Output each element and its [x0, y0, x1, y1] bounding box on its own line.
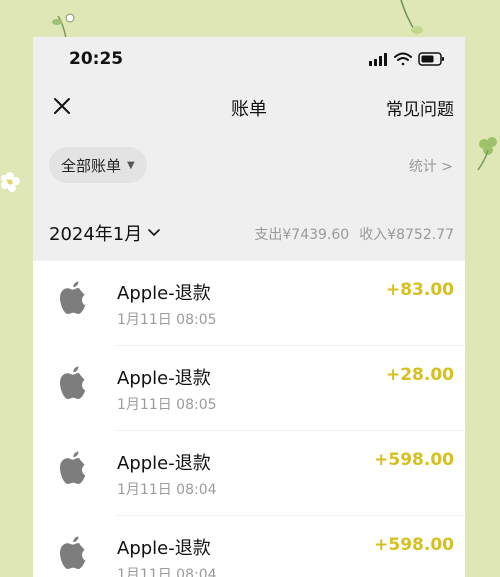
expense-total: 支出¥7439.60 — [254, 227, 350, 243]
transaction-row[interactable]: Apple-退款 1月11日 08:05 +83.00 — [33, 261, 465, 346]
transaction-row[interactable]: Apple-退款 1月11日 08:04 +598.00 — [33, 431, 465, 516]
clover-decoration-icon — [477, 137, 497, 171]
apple-icon — [60, 281, 86, 314]
transaction-amount: +598.00 — [374, 535, 454, 555]
status-bar: 20:25 — [33, 37, 465, 81]
transaction-name: Apple-退款 — [117, 368, 211, 389]
month-summary-row: 2024年1月 支出¥7439.60 收入¥8752.77 — [33, 212, 465, 252]
transaction-time: 1月11日 08:05 — [117, 397, 217, 413]
transaction-time: 1月11日 08:04 — [117, 482, 217, 498]
apple-icon — [60, 536, 86, 569]
transaction-name: Apple-退款 — [117, 453, 211, 474]
transaction-time: 1月11日 08:05 — [117, 312, 217, 328]
leaf-decoration-icon — [52, 13, 75, 39]
flower-decoration-icon — [1, 172, 20, 192]
nav-header: 账单 常见问题 — [33, 81, 465, 131]
month-label: 2024年1月 — [49, 224, 143, 245]
transaction-amount: +28.00 — [385, 365, 454, 385]
transaction-row[interactable]: Apple-退款 1月11日 08:04 +598.00 — [33, 516, 465, 577]
wifi-icon — [394, 52, 412, 66]
status-icons — [369, 52, 444, 66]
status-time: 20:25 — [69, 49, 124, 69]
apple-icon — [60, 451, 86, 484]
faq-link[interactable]: 常见问题 — [386, 95, 454, 120]
app-screen: 20:25 账单 常见问题 全部账单 ▼ 统计 > 2024年1月 支出¥743… — [33, 37, 465, 577]
vine-decoration-icon — [400, 0, 423, 35]
caret-down-icon: ▼ — [127, 159, 135, 171]
transaction-row[interactable]: Apple-退款 1月11日 08:05 +28.00 — [33, 346, 465, 431]
transaction-time: 1月11日 08:04 — [117, 567, 217, 577]
bill-filter-label: 全部账单 — [61, 156, 122, 175]
bill-filter-dropdown[interactable]: 全部账单 ▼ — [49, 147, 147, 183]
month-picker[interactable]: 2024年1月 — [49, 220, 161, 246]
transaction-list: Apple-退款 1月11日 08:05 +83.00 Apple-退款 1月1… — [33, 261, 465, 577]
transaction-amount: +83.00 — [385, 280, 454, 300]
stats-link[interactable]: 统计 > — [409, 156, 453, 176]
battery-icon — [418, 52, 444, 66]
transaction-name: Apple-退款 — [117, 283, 211, 304]
transaction-amount: +598.00 — [374, 450, 454, 470]
transaction-name: Apple-退款 — [117, 538, 211, 559]
month-totals: 支出¥7439.60 收入¥8752.77 — [254, 224, 454, 244]
signal-icon — [369, 53, 387, 66]
income-total: 收入¥8752.77 — [359, 227, 454, 243]
chevron-down-icon — [148, 229, 161, 237]
apple-icon — [60, 366, 86, 399]
